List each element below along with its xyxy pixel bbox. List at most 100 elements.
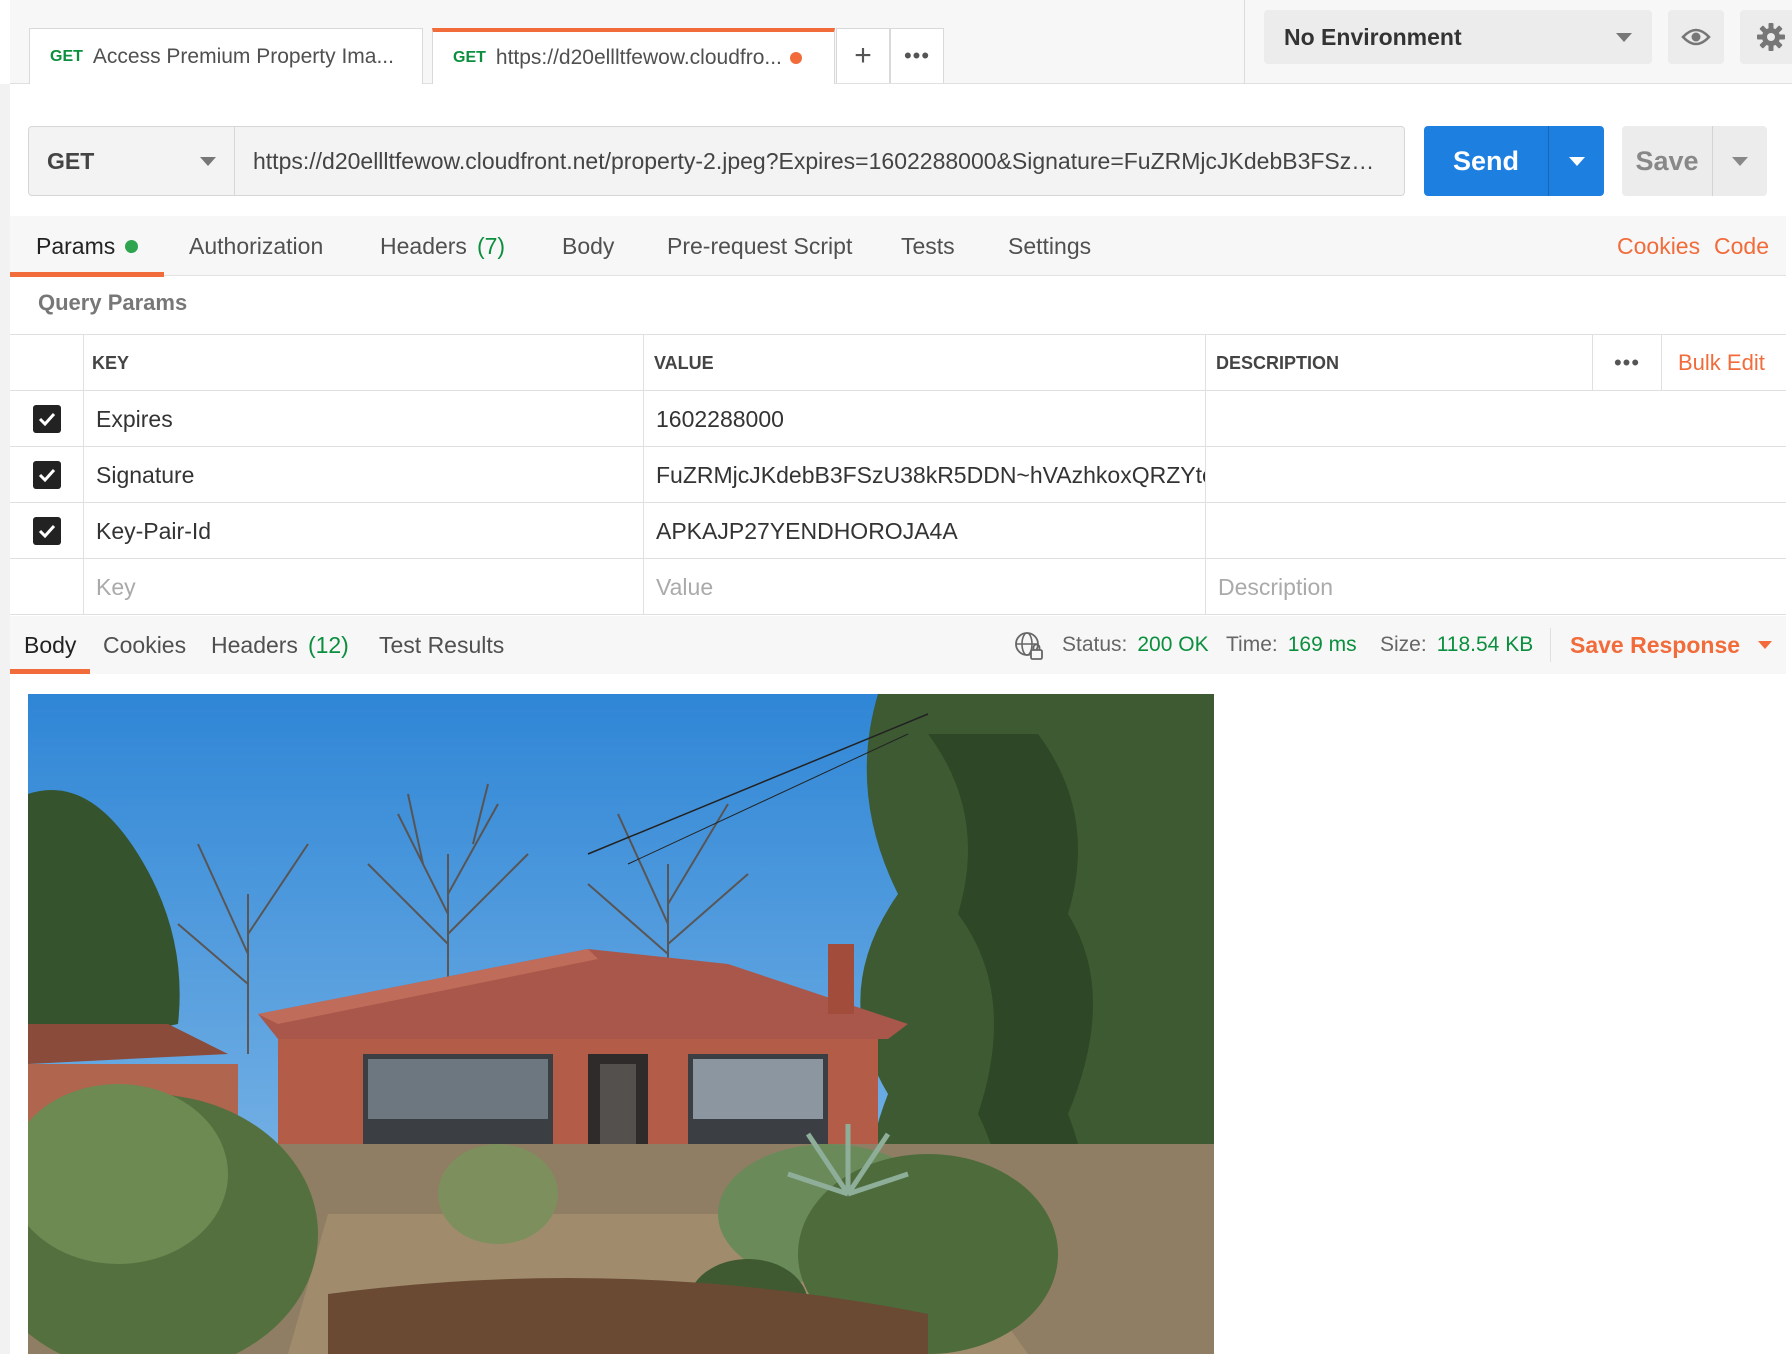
response-image-preview	[28, 694, 1214, 1354]
gear-icon	[1757, 23, 1785, 51]
row-checkbox-cell	[10, 447, 84, 503]
new-value-input[interactable]: Value	[644, 559, 1206, 615]
tab-label: Headers	[211, 631, 298, 658]
response-tab-body[interactable]: Body	[9, 616, 91, 674]
header-check-cell	[10, 335, 84, 391]
save-response-button[interactable]: Save Response	[1570, 616, 1773, 674]
row-checkbox-cell	[10, 391, 84, 447]
column-options-button[interactable]: •••	[1592, 335, 1662, 391]
param-description-field[interactable]	[1206, 503, 1786, 559]
eye-icon	[1681, 28, 1711, 46]
table-row: Expires 1602288000	[10, 391, 1786, 447]
tab-label: Params	[36, 232, 116, 259]
table-header-row: KEY VALUE DESCRIPTION ••• Bulk Edit	[10, 335, 1786, 391]
chevron-down-icon	[1758, 641, 1773, 649]
enable-checkbox[interactable]	[32, 405, 61, 433]
tab-method: GET	[453, 49, 486, 66]
param-value-field[interactable]: APKAJP27YENDHOROJA4A	[644, 503, 1206, 559]
code-link[interactable]: Code	[1714, 216, 1769, 276]
time-label: Time:	[1226, 633, 1278, 656]
chevron-down-icon	[1616, 32, 1632, 42]
tab-settings[interactable]: Settings	[1008, 216, 1091, 276]
response-time: Time: 169 ms	[1226, 616, 1357, 674]
checkmark-icon	[38, 468, 55, 482]
param-value-field[interactable]: 1602288000	[644, 391, 1206, 447]
status-label: Status:	[1062, 633, 1128, 656]
url-input[interactable]: https://d20ellltfewow.cloudfront.net/pro…	[235, 126, 1405, 196]
environment-quick-look-button[interactable]	[1668, 10, 1724, 64]
request-tab-cloudfront[interactable]: GET https://d20ellltfewow.cloudfro...	[432, 28, 835, 84]
save-options-button[interactable]	[1713, 156, 1767, 166]
tab-label: Settings	[1008, 232, 1092, 259]
send-options-button[interactable]	[1549, 156, 1604, 166]
tab-label: Authorization	[189, 232, 324, 259]
param-key-field[interactable]: Key-Pair-Id	[84, 503, 644, 559]
param-key-field[interactable]: Signature	[84, 447, 644, 503]
environment-select[interactable]: No Environment	[1264, 10, 1652, 64]
size-value: 118.54 KB	[1436, 633, 1534, 656]
environment-label: No Environment	[1284, 23, 1462, 50]
request-section-tabs: Params Authorization Headers (7) Body Pr…	[9, 216, 1786, 277]
enable-checkbox[interactable]	[32, 517, 61, 545]
tab-options-button[interactable]: •••	[890, 28, 944, 83]
tab-title: Access Premium Property Ima...	[92, 44, 394, 68]
divider	[1550, 628, 1551, 662]
table-row: Key-Pair-Id APKAJP27YENDHOROJA4A	[10, 503, 1786, 559]
time-value: 169 ms	[1287, 633, 1357, 656]
tab-headers[interactable]: Headers (7)	[380, 216, 505, 276]
column-header-value: VALUE	[644, 335, 1206, 391]
headers-count: (7)	[476, 232, 506, 259]
new-key-input[interactable]: Key	[84, 559, 644, 615]
tab-params[interactable]: Params	[9, 216, 165, 277]
settings-button[interactable]	[1740, 10, 1792, 64]
response-tab-cookies[interactable]: Cookies	[103, 616, 186, 674]
method-label: GET	[47, 147, 95, 174]
save-button[interactable]: Save	[1622, 126, 1767, 196]
param-key-field[interactable]: Expires	[84, 391, 644, 447]
status-value: 200 OK	[1137, 633, 1209, 656]
response-toolbar: Body Cookies Headers (12) Test Results S…	[9, 616, 1786, 674]
new-tab-button[interactable]: +	[836, 28, 890, 83]
request-tab-bar: GET Access Premium Property Ima... GET h…	[10, 0, 1792, 84]
checkmark-icon	[38, 412, 55, 426]
network-globe-icon[interactable]	[1014, 631, 1044, 661]
param-value-field[interactable]: FuZRMjcJKdebB3FSzU38kR5DDN~hVAzhkoxQRZYt…	[644, 447, 1206, 503]
tab-method: GET	[50, 47, 83, 65]
bulk-edit-link[interactable]: Bulk Edit	[1678, 335, 1765, 391]
chevron-down-icon	[1568, 156, 1585, 166]
enable-checkbox[interactable]	[32, 461, 61, 489]
method-select[interactable]: GET	[28, 126, 235, 196]
chevron-down-icon	[1732, 156, 1748, 166]
url-text: https://d20ellltfewow.cloudfront.net/pro…	[253, 147, 1386, 174]
response-size: Size: 118.54 KB	[1380, 616, 1533, 674]
house-photo	[28, 694, 1214, 1354]
table-row: Signature FuZRMjcJKdebB3FSzU38kR5DDN~hVA…	[10, 447, 1786, 503]
request-tab-access-premium[interactable]: GET Access Premium Property Ima...	[29, 28, 423, 84]
response-tab-test-results[interactable]: Test Results	[379, 616, 504, 674]
query-params-title: Query Params	[38, 290, 188, 315]
send-button[interactable]: Send	[1424, 126, 1604, 196]
sidebar-edge	[0, 84, 10, 1354]
cookies-link[interactable]: Cookies	[1617, 216, 1700, 276]
tab-tests[interactable]: Tests	[901, 216, 955, 276]
tab-body[interactable]: Body	[562, 216, 614, 276]
table-row-new: Key Value Description	[10, 559, 1786, 615]
send-label: Send	[1452, 145, 1519, 176]
unsaved-dot-icon	[789, 52, 802, 64]
new-description-input[interactable]: Description	[1206, 559, 1786, 615]
param-description-field[interactable]	[1206, 391, 1786, 447]
plus-icon: +	[854, 39, 872, 72]
row-checkbox-cell	[10, 503, 84, 559]
tab-pre-request-script[interactable]: Pre-request Script	[667, 216, 852, 276]
save-response-label: Save Response	[1570, 631, 1741, 658]
response-status: Status: 200 OK	[1062, 616, 1209, 674]
tab-authorization[interactable]: Authorization	[189, 216, 323, 276]
query-params-table: KEY VALUE DESCRIPTION ••• Bulk Edit Expi…	[10, 334, 1786, 615]
chevron-down-icon	[200, 156, 216, 166]
param-description-field[interactable]	[1206, 447, 1786, 503]
response-tab-headers[interactable]: Headers (12)	[211, 616, 349, 674]
tab-label: Headers	[380, 232, 467, 259]
size-label: Size:	[1380, 633, 1427, 656]
divider	[1244, 0, 1245, 84]
row-checkbox-cell	[10, 559, 84, 615]
